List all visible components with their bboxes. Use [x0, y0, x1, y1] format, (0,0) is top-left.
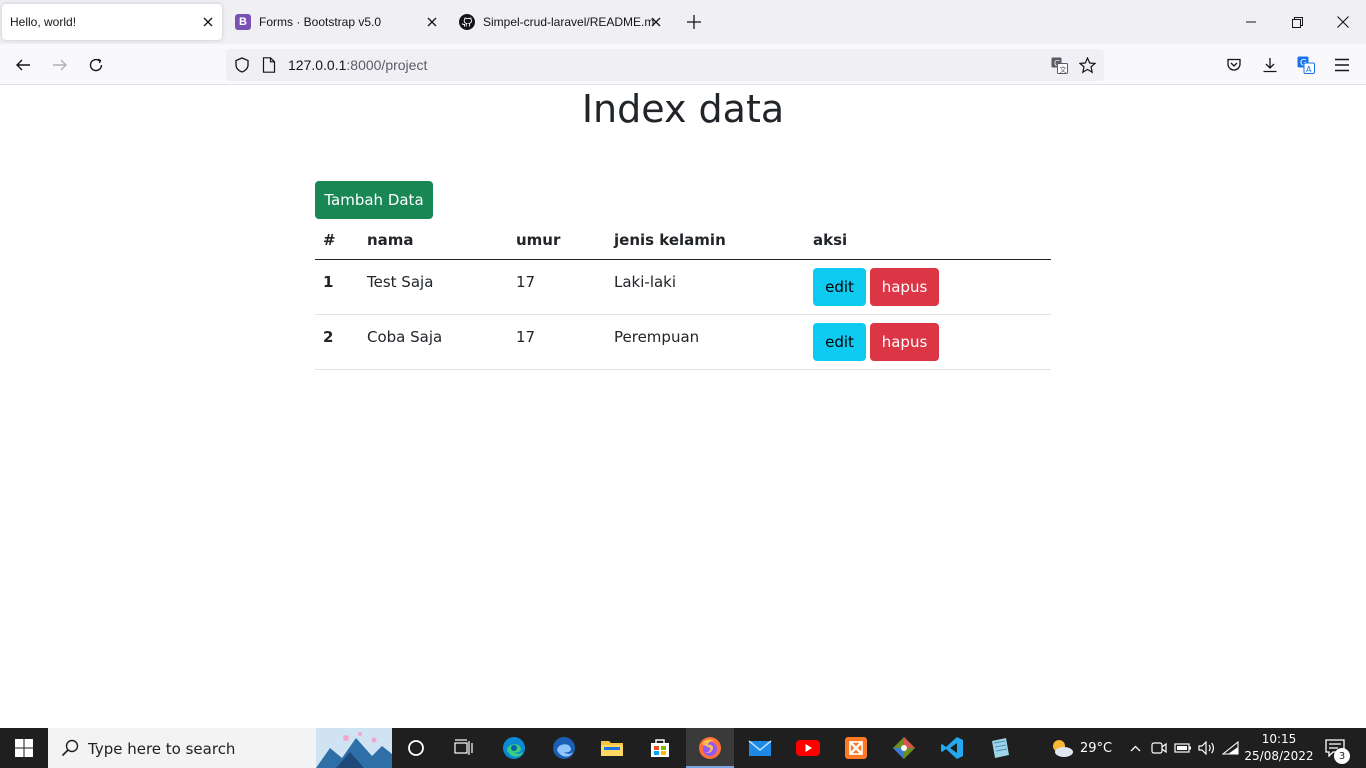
star-icon[interactable] [1078, 56, 1096, 74]
row-umur: 17 [516, 328, 536, 346]
pocket-icon[interactable] [1221, 52, 1247, 78]
edit-button[interactable]: edit [813, 323, 866, 361]
weather-widget[interactable]: 29°C [1048, 728, 1114, 768]
forward-arrow-icon[interactable] [47, 52, 73, 78]
row-number: 2 [323, 328, 334, 346]
tambah-data-button[interactable]: Tambah Data [315, 181, 433, 219]
shield-icon[interactable] [233, 56, 251, 74]
tab-title: Forms · Bootstrap v5.0 [259, 15, 382, 29]
column-header-aksi: aksi [813, 231, 848, 249]
tab-strip: Hello, world! B Forms · Bootstrap v5.0 S… [0, 0, 1366, 44]
show-hidden-icons-chevron-icon[interactable] [1126, 728, 1144, 768]
clock-date: 25/08/2022 [1244, 749, 1314, 763]
column-header-jenis-kelamin: jenis kelamin [614, 231, 726, 249]
notification-count-badge: 3 [1334, 748, 1350, 764]
windows-start-icon[interactable] [0, 728, 48, 768]
taskbar-clock[interactable]: 10:15 25/08/2022 [1244, 731, 1314, 765]
search-icon [61, 739, 79, 762]
tab-hello-world[interactable]: Hello, world! [2, 4, 222, 40]
svg-text:A: A [1306, 65, 1312, 74]
tab-github-readme[interactable]: Simpel-crud-laravel/README.m [450, 4, 670, 40]
close-window-icon[interactable] [1320, 0, 1366, 44]
new-tab-icon[interactable] [684, 12, 704, 32]
url-path: :8000/project [346, 57, 428, 73]
tab-title: Simpel-crud-laravel/README.m [483, 15, 655, 29]
row-umur: 17 [516, 273, 536, 291]
temperature: 29°C [1079, 740, 1113, 756]
page-content: Index data Tambah Data # nama umur jenis… [0, 85, 1366, 728]
volume-icon[interactable] [1196, 728, 1218, 768]
address-bar[interactable]: 127.0.0.1:8000/project G文 [226, 49, 1104, 81]
close-tab-icon[interactable] [422, 12, 442, 32]
row-number: 1 [323, 273, 334, 291]
download-icon[interactable] [1257, 52, 1283, 78]
tab-title: Hello, world! [10, 15, 77, 29]
table-row: 2 Coba Saja 17 Perempuan edit hapus [315, 315, 1051, 370]
clock-time: 10:15 [1261, 732, 1297, 746]
meet-now-icon[interactable] [1149, 728, 1169, 768]
file-explorer-icon[interactable] [588, 728, 636, 768]
edit-button[interactable]: edit [813, 268, 866, 306]
windows-taskbar: Type here to search 29°C 10:15 25/08/202… [0, 728, 1366, 768]
row-divider [315, 369, 1051, 370]
wifi-icon[interactable] [1220, 728, 1242, 768]
search-highlight-image [316, 728, 392, 768]
column-header-umur: umur [516, 231, 561, 249]
tab-bootstrap-forms[interactable]: B Forms · Bootstrap v5.0 [226, 4, 446, 40]
row-jenis-kelamin: Perempuan [614, 328, 700, 346]
battery-icon[interactable] [1172, 728, 1194, 768]
search-placeholder: Type here to search [88, 740, 236, 758]
cortana-icon[interactable] [392, 728, 440, 768]
column-header-nama: nama [367, 231, 414, 249]
reload-icon[interactable] [83, 52, 109, 78]
translate-icon[interactable]: G文 [1050, 56, 1068, 74]
close-tab-icon[interactable] [198, 12, 218, 32]
close-tab-icon[interactable] [646, 12, 666, 32]
task-view-icon[interactable] [440, 728, 488, 768]
edge-beta-icon[interactable] [540, 728, 588, 768]
back-arrow-icon[interactable] [10, 52, 36, 78]
bootstrap-icon: B [235, 14, 251, 30]
column-header-number: # [323, 231, 336, 249]
navigation-toolbar: 127.0.0.1:8000/project G文 GA [0, 44, 1366, 85]
notes-app-icon[interactable] [976, 728, 1024, 768]
edge-icon[interactable] [490, 728, 538, 768]
row-nama: Test Saja [367, 273, 434, 291]
hapus-button[interactable]: hapus [870, 268, 939, 306]
url-host: 127.0.0.1 [288, 57, 347, 73]
microsoft-store-icon[interactable] [636, 728, 684, 768]
data-table: # nama umur jenis kelamin aksi 1 Test Sa… [315, 225, 1051, 375]
extension-icon[interactable]: GA [1293, 52, 1319, 78]
table-row: 1 Test Saja 17 Laki-laki edit hapus [315, 260, 1051, 315]
row-nama: Coba Saja [367, 328, 443, 346]
taskbar-search-box[interactable]: Type here to search [48, 728, 392, 768]
svg-text:文: 文 [1059, 65, 1066, 74]
hamburger-menu-icon[interactable] [1329, 52, 1355, 78]
xampp-icon[interactable] [832, 728, 880, 768]
notification-center-icon[interactable]: 3 [1320, 728, 1350, 768]
row-jenis-kelamin: Laki-laki [614, 273, 677, 291]
weather-icon [1052, 740, 1073, 757]
youtube-icon[interactable] [784, 728, 832, 768]
vscode-icon[interactable] [928, 728, 976, 768]
git-icon[interactable] [880, 728, 928, 768]
page-title: Index data [581, 87, 785, 131]
hapus-button[interactable]: hapus [870, 323, 939, 361]
minimize-icon[interactable] [1228, 0, 1274, 44]
github-icon [459, 14, 475, 30]
mail-icon[interactable] [736, 728, 784, 768]
page-icon[interactable] [260, 56, 278, 74]
restore-icon[interactable] [1274, 0, 1320, 44]
url-text[interactable]: 127.0.0.1:8000/project [288, 57, 427, 73]
firefox-icon[interactable] [686, 728, 734, 768]
